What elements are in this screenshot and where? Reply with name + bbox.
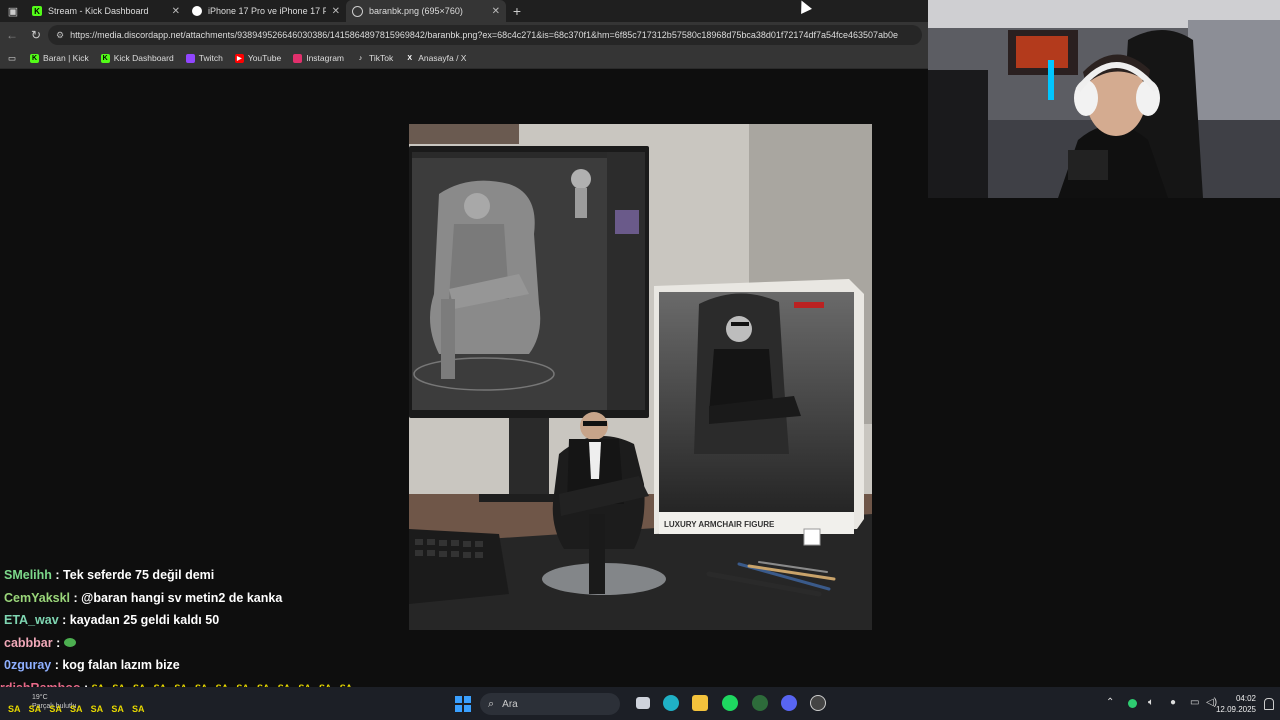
search-placeholder: Ara	[502, 698, 518, 710]
address-row: ← ↻ ⚙ https://media.discordapp.net/attac…	[0, 22, 928, 48]
chat-text: kog falan lazım bize	[62, 658, 180, 673]
close-icon[interactable]: ✕	[492, 6, 500, 17]
chat-text: @baran hangi sv metin2 de kanka	[81, 590, 283, 605]
start-button[interactable]	[455, 696, 471, 712]
kick-icon: K	[30, 53, 40, 63]
tab-title: Stream - Kick Dashboard	[48, 6, 149, 16]
bookmark-tiktok[interactable]: ♪ TikTok	[350, 53, 399, 63]
search-icon: ⌕	[488, 697, 495, 710]
speaker-tray-icon[interactable]: 🔈︎	[1148, 697, 1154, 708]
apple-icon	[192, 6, 202, 16]
chat-username: SMelihh	[4, 568, 52, 583]
chat-message: cabbbar :	[0, 632, 400, 655]
bookmark-label: Instagram	[306, 53, 345, 63]
twitch-icon	[185, 53, 195, 63]
task-view-icon[interactable]	[636, 697, 650, 709]
tab-iphone[interactable]: iPhone 17 Pro ve iPhone 17 Pro M ✕	[186, 0, 346, 22]
youtube-icon: ▶	[234, 53, 244, 63]
bookmarks-bar: ▭ K Baran | Kick K Kick Dashboard Twitch ▶…	[0, 48, 928, 69]
new-tab-button[interactable]: +	[506, 3, 528, 19]
site-info-icon[interactable]: ⚙	[56, 30, 64, 41]
chat-username: 0zguray	[4, 658, 52, 673]
weather-temp: 19°C	[32, 694, 48, 701]
obs-icon[interactable]	[810, 695, 826, 711]
chat-message: SMelihh : Tek seferde 75 değil demi	[4, 568, 215, 583]
spotify-icon[interactable]	[722, 695, 738, 711]
taskbar-search[interactable]: ⌕ Ara	[480, 693, 620, 715]
chat-username: CemYakskl	[4, 590, 71, 605]
chat-message: 0zguray : kog falan lazım bize	[4, 658, 180, 673]
bookmark-twitch[interactable]: Twitch	[180, 53, 229, 63]
back-button[interactable]: ←	[0, 28, 24, 42]
mic-tray-icon[interactable]: ●	[1170, 697, 1176, 708]
close-icon[interactable]: ✕	[172, 6, 180, 17]
image-viewer[interactable]: LUXURY ARMCHAIR FIGURE	[409, 124, 872, 630]
kick-icon: K	[32, 6, 42, 16]
clock-time: 04:02	[1235, 694, 1256, 703]
tray-chevron-icon[interactable]: ⌃	[1106, 697, 1114, 708]
clock[interactable]: 04:02 12.09.2025	[1216, 693, 1256, 715]
frog-emote-icon	[63, 638, 76, 648]
bookmark-label: Twitch	[198, 53, 223, 63]
chat-username: ETA_wav	[4, 613, 59, 628]
bookmark-label: TikTok	[369, 53, 394, 63]
tab-baranbk[interactable]: baranbk.png (695×760) ✕	[346, 0, 506, 22]
edge-icon[interactable]	[663, 695, 679, 711]
bookmark-x[interactable]: X Anasayfa / X	[399, 53, 472, 63]
chat-text: kayadan 25 geldi kaldı 50	[69, 613, 220, 628]
bookmark-youtube[interactable]: ▶ YouTube	[229, 53, 287, 63]
address-bar[interactable]: ⚙ https://media.discordapp.net/attachmen…	[48, 25, 922, 45]
tab-title: iPhone 17 Pro ve iPhone 17 Pro M	[208, 6, 326, 16]
file-explorer-icon[interactable]	[692, 695, 708, 711]
bookmark-label: Anasayfa / X	[418, 53, 467, 63]
chat-text: Tek seferde 75 değil demi	[63, 568, 215, 583]
tiktok-icon: ♪	[358, 54, 363, 62]
chat-message: CemYakskl : @baran hangi sv metin2 de ka…	[4, 590, 283, 605]
taskbar: 19°C Parçalı bulutlu SA SA SA SA SA SA S…	[0, 687, 1280, 720]
url-text: https://media.discordapp.net/attachments…	[70, 30, 899, 40]
bookmark-kick-dashboard[interactable]: K Kick Dashboard	[95, 53, 180, 63]
bookmark-label: YouTube	[247, 53, 282, 63]
clock-date: 12.09.2025	[1215, 705, 1256, 714]
reload-button[interactable]: ↻	[24, 28, 48, 42]
bookmark-instagram[interactable]: Instagram	[287, 53, 350, 63]
app-icon[interactable]	[752, 695, 768, 711]
bookmarks-menu-icon[interactable]: ▭	[0, 53, 24, 64]
bookmark-label: Kick Dashboard	[113, 53, 174, 63]
tab-title: baranbk.png (695×760)	[369, 6, 463, 16]
close-icon[interactable]: ✕	[332, 6, 340, 17]
chat-username: cabbbar	[4, 635, 53, 650]
tab-kick-dashboard[interactable]: K Stream - Kick Dashboard ✕	[26, 0, 186, 22]
bookmark-label: Baran | Kick	[43, 53, 89, 63]
network-icon[interactable]: ▭	[1190, 697, 1199, 708]
figurine-image: LUXURY ARMCHAIR FIGURE	[409, 124, 872, 630]
tab-actions-icon[interactable]: ▣	[0, 0, 26, 22]
webcam-overlay	[928, 0, 1280, 198]
webcam-feed	[928, 0, 1280, 198]
bookmark-baran-kick[interactable]: K Baran | Kick	[24, 53, 95, 63]
chat-overlay: SMelihh : Tek seferde 75 değil demi CemY…	[0, 564, 400, 677]
x-icon: X	[407, 54, 413, 62]
chat-message: ETA_wav : kayadan 25 geldi kaldı 50	[4, 613, 220, 628]
tray-green-icon[interactable]	[1128, 699, 1137, 708]
discord-icon[interactable]	[781, 695, 797, 711]
kick-icon: K	[100, 53, 110, 63]
sa-spam-line: SA SA SA SA SA SA SA	[8, 704, 145, 714]
globe-icon	[352, 5, 363, 17]
tab-bar: ▣ K Stream - Kick Dashboard ✕ iPhone 17 …	[0, 0, 928, 22]
box-text: LUXURY ARMCHAIR FIGURE	[664, 520, 775, 529]
notification-bell-icon[interactable]	[1264, 698, 1274, 710]
instagram-icon	[293, 53, 303, 63]
